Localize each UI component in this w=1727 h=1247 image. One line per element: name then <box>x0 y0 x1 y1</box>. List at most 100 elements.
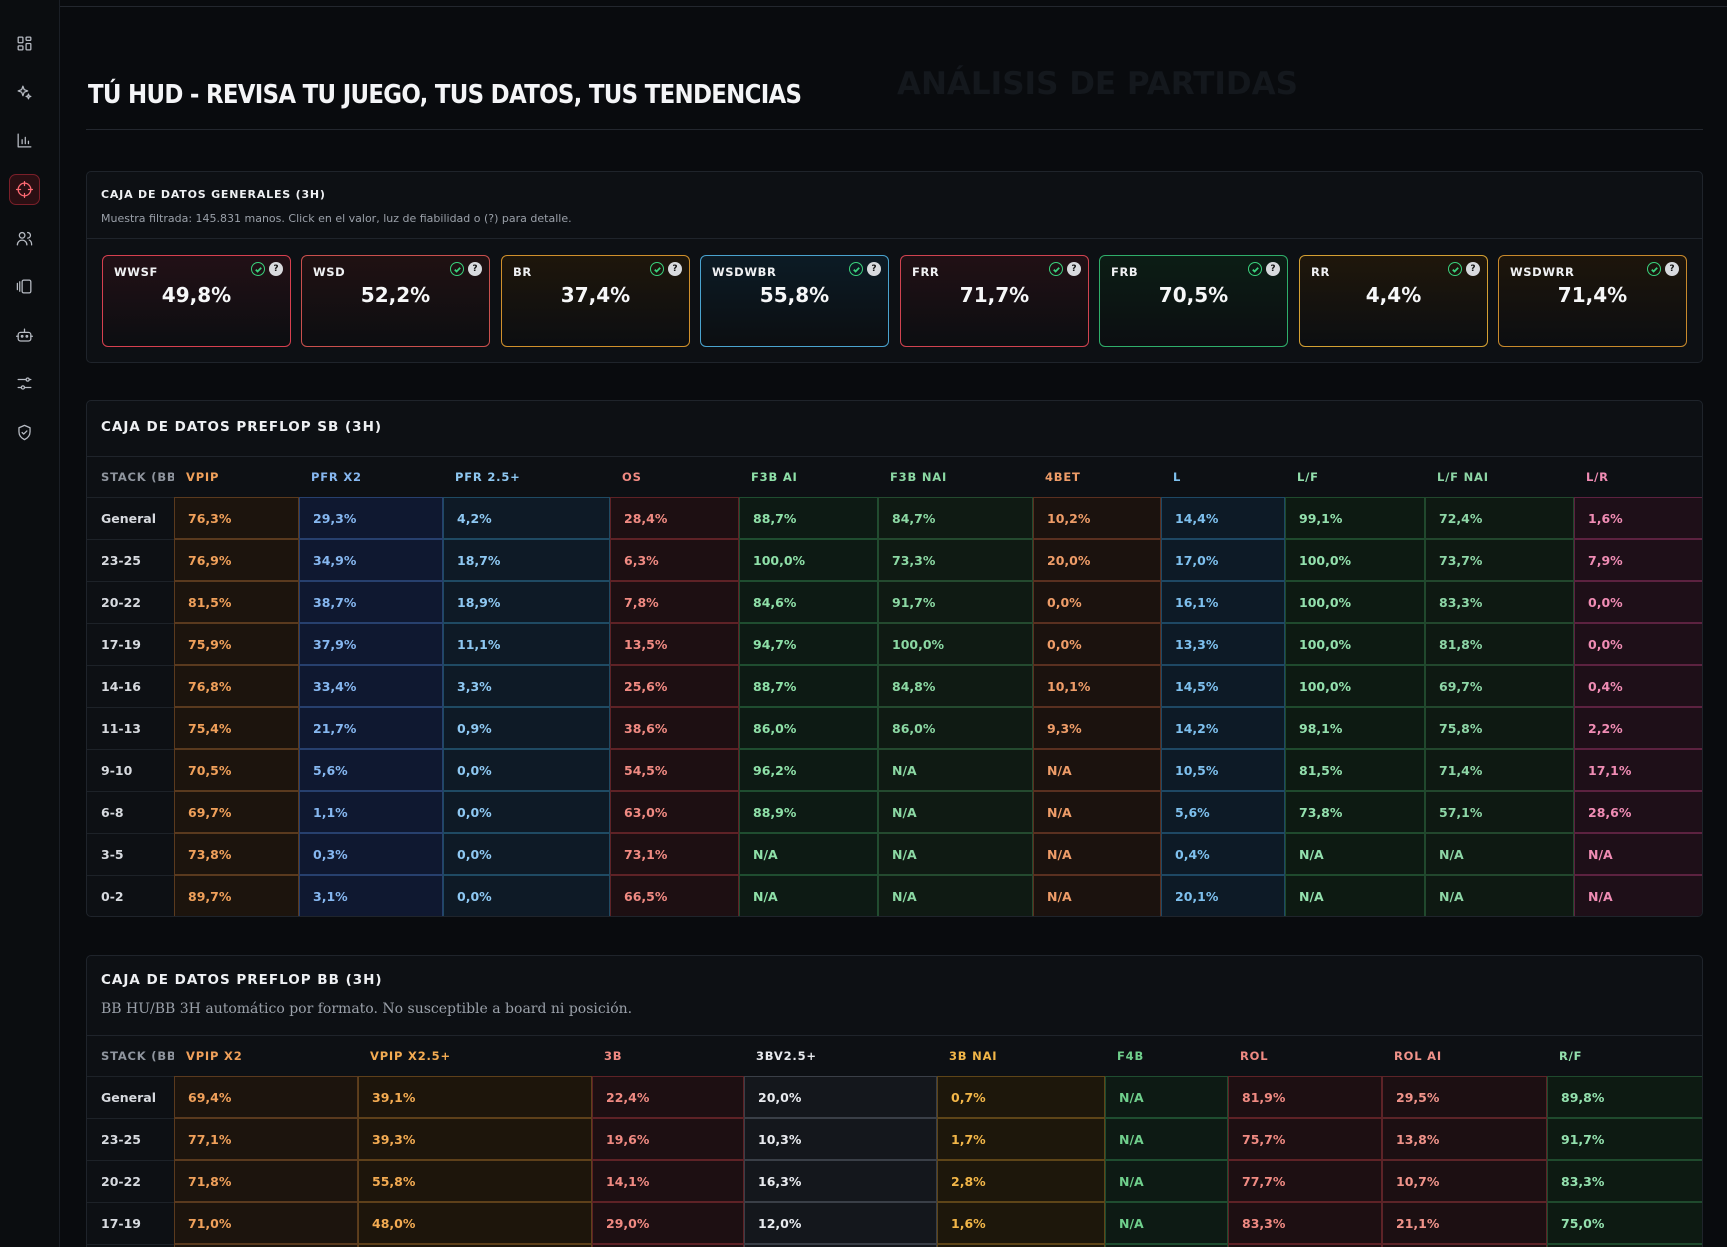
sb-table-cell[interactable]: 3,3% <box>443 665 610 707</box>
sb-column-header[interactable]: F3B AI <box>739 457 878 497</box>
sidebar-item-security[interactable] <box>9 417 40 448</box>
sb-table-cell[interactable]: 88,7% <box>739 665 878 707</box>
reliability-check-icon[interactable] <box>1448 262 1462 276</box>
bb-table-cell[interactable]: 14,1% <box>592 1160 744 1202</box>
sb-table-cell[interactable]: 91,7% <box>878 581 1033 623</box>
sb-table-cell[interactable]: 25,6% <box>610 665 739 707</box>
sb-table-cell[interactable]: 0,0% <box>443 749 610 791</box>
stat-card-value[interactable]: 4,4% <box>1300 283 1487 307</box>
sb-table-cell[interactable]: 100,0% <box>1285 623 1425 665</box>
sb-table-cell[interactable]: 7,9% <box>1574 539 1702 581</box>
stat-card-wwsf[interactable]: WWSF 49,8%? <box>102 255 291 347</box>
bb-table-cell[interactable]: 48,0% <box>358 1202 592 1244</box>
bb-table-cell[interactable]: 22,4% <box>592 1076 744 1118</box>
stat-card-value[interactable]: 55,8% <box>701 283 888 307</box>
sb-column-header[interactable]: VPIP <box>174 457 299 497</box>
bb-table-cell[interactable]: 16,3% <box>744 1160 937 1202</box>
sb-table-cell[interactable]: N/A <box>739 833 878 875</box>
sb-table-cell[interactable]: N/A <box>1574 833 1702 875</box>
sb-table-cell[interactable]: 73,8% <box>1285 791 1425 833</box>
bb-table-cell[interactable]: 77,7% <box>1228 1160 1382 1202</box>
sb-table-cell[interactable]: 75,4% <box>174 707 299 749</box>
sb-table-cell[interactable]: 20,0% <box>1033 539 1161 581</box>
sb-table-cell[interactable]: 17,1% <box>1574 749 1702 791</box>
sb-table-cell[interactable]: 100,0% <box>878 623 1033 665</box>
help-icon[interactable]: ? <box>1067 262 1081 276</box>
help-icon[interactable]: ? <box>269 262 283 276</box>
sb-table-cell[interactable]: 76,3% <box>174 497 299 539</box>
sidebar-item-players[interactable] <box>9 223 40 254</box>
sb-table-cell[interactable]: 84,6% <box>739 581 878 623</box>
bb-table-cell[interactable]: 75,0% <box>1547 1202 1702 1244</box>
sb-table-cell[interactable]: 73,8% <box>174 833 299 875</box>
bb-table-cell[interactable]: 1,7% <box>937 1118 1105 1160</box>
sb-table-cell[interactable]: 1,1% <box>299 791 443 833</box>
help-icon[interactable]: ? <box>1665 262 1679 276</box>
sb-table-cell[interactable]: 76,9% <box>174 539 299 581</box>
sb-table-cell[interactable]: 7,8% <box>610 581 739 623</box>
sidebar-item-hands[interactable] <box>9 271 40 302</box>
stat-card-value[interactable]: 49,8% <box>103 283 290 307</box>
bb-table-cell[interactable]: 39,1% <box>358 1076 592 1118</box>
sb-table-cell[interactable]: 0,9% <box>443 707 610 749</box>
bb-table-cell[interactable]: 81,9% <box>1228 1076 1382 1118</box>
stat-card-value[interactable]: 71,4% <box>1499 283 1686 307</box>
sb-table-cell[interactable]: N/A <box>1425 875 1574 916</box>
stat-card-value[interactable]: 71,7% <box>901 283 1088 307</box>
sidebar-item-stats[interactable] <box>9 125 40 156</box>
sb-table-cell[interactable]: 38,6% <box>610 707 739 749</box>
sb-table-cell[interactable]: 63,0% <box>610 791 739 833</box>
reliability-check-icon[interactable] <box>251 262 265 276</box>
sb-table-cell[interactable]: N/A <box>1425 833 1574 875</box>
bb-table-cell[interactable]: 29,5% <box>1382 1076 1547 1118</box>
sb-column-header[interactable]: L <box>1161 457 1285 497</box>
sb-table-cell[interactable]: 4,2% <box>443 497 610 539</box>
sb-table-cell[interactable]: 20,1% <box>1161 875 1285 916</box>
bb-table-cell[interactable]: N/A <box>1105 1118 1228 1160</box>
sb-table-cell[interactable]: N/A <box>878 833 1033 875</box>
sb-column-header[interactable]: F3B NAI <box>878 457 1033 497</box>
bb-table-cell[interactable]: 71,0% <box>174 1202 358 1244</box>
sb-table-cell[interactable]: 0,0% <box>1033 623 1161 665</box>
bb-column-header[interactable]: F4B <box>1105 1036 1228 1076</box>
sb-table-cell[interactable]: 94,7% <box>739 623 878 665</box>
sidebar-item-dashboard[interactable] <box>9 28 40 59</box>
stat-card-value[interactable]: 70,5% <box>1100 283 1287 307</box>
bb-table-cell[interactable]: 83,3% <box>1228 1202 1382 1244</box>
sb-table-cell[interactable]: N/A <box>1285 833 1425 875</box>
bb-table-cell[interactable]: 10,3% <box>744 1118 937 1160</box>
sb-table-cell[interactable]: 28,4% <box>610 497 739 539</box>
sb-table-cell[interactable]: 54,5% <box>610 749 739 791</box>
sb-table-cell[interactable]: 5,6% <box>1161 791 1285 833</box>
sb-table-cell[interactable]: 13,3% <box>1161 623 1285 665</box>
sidebar-item-filters[interactable] <box>9 368 40 399</box>
reliability-check-icon[interactable] <box>1049 262 1063 276</box>
sb-table-cell[interactable]: 73,7% <box>1425 539 1574 581</box>
bb-table-cell[interactable]: 55,8% <box>358 1160 592 1202</box>
bb-table-cell[interactable]: 0,7% <box>937 1076 1105 1118</box>
sb-table-cell[interactable]: 0,4% <box>1574 665 1702 707</box>
sb-column-header[interactable]: L/R <box>1574 457 1702 497</box>
sb-table-cell[interactable]: 86,0% <box>878 707 1033 749</box>
sb-table-cell[interactable]: 18,7% <box>443 539 610 581</box>
stat-card-br[interactable]: BR 37,4%? <box>501 255 690 347</box>
sb-table-cell[interactable]: 18,9% <box>443 581 610 623</box>
bb-table-cell[interactable]: 77,1% <box>174 1118 358 1160</box>
sb-table-cell[interactable]: 72,4% <box>1425 497 1574 539</box>
bb-column-header[interactable]: 3BV2.5+ <box>744 1036 937 1076</box>
sb-table-cell[interactable]: 11,1% <box>443 623 610 665</box>
sb-column-header[interactable]: L/F NAI <box>1425 457 1574 497</box>
sb-table-cell[interactable]: 14,5% <box>1161 665 1285 707</box>
bb-column-header[interactable]: VPIP X2.5+ <box>358 1036 592 1076</box>
sb-table-cell[interactable]: 66,5% <box>610 875 739 916</box>
sb-table-cell[interactable]: 86,0% <box>739 707 878 749</box>
sb-table-cell[interactable]: 100,0% <box>1285 665 1425 707</box>
sb-table-cell[interactable]: 0,0% <box>443 875 610 916</box>
bb-table-cell[interactable]: 39,3% <box>358 1118 592 1160</box>
bb-table-cell[interactable]: 75,7% <box>1228 1118 1382 1160</box>
sb-table-cell[interactable]: N/A <box>1033 833 1161 875</box>
sb-table-cell[interactable]: 83,3% <box>1425 581 1574 623</box>
sb-table-cell[interactable]: 75,9% <box>174 623 299 665</box>
sb-table-cell[interactable]: 2,2% <box>1574 707 1702 749</box>
sb-table-cell[interactable]: N/A <box>739 875 878 916</box>
